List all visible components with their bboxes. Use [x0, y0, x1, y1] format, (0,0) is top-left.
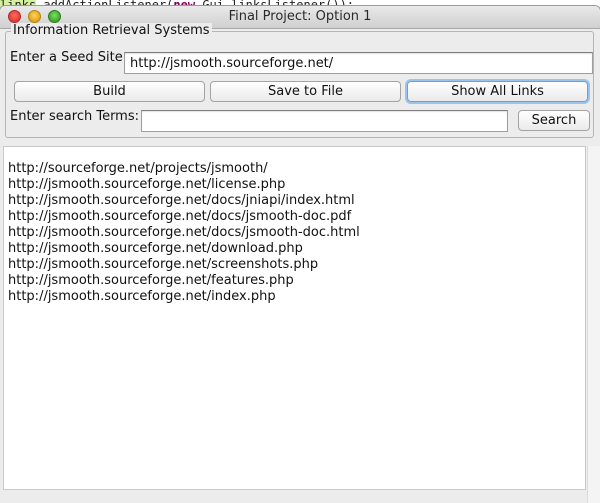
seed-site-label: Enter a Seed Site: — [10, 50, 128, 65]
build-button[interactable]: Build — [14, 81, 205, 102]
link-list-item: http://jsmooth.sourceforge.net/screensho… — [8, 257, 319, 272]
seed-site-input[interactable] — [124, 52, 593, 74]
save-to-file-button[interactable]: Save to File — [210, 81, 401, 102]
show-all-links-button[interactable]: Show All Links — [407, 81, 588, 102]
app-window: Final Project: Option 1 Information Retr… — [0, 6, 600, 503]
link-list-item: http://jsmooth.sourceforge.net/features.… — [8, 273, 294, 288]
link-list-item: http://jsmooth.sourceforge.net/index.php — [8, 289, 276, 304]
search-terms-input[interactable] — [141, 110, 508, 132]
search-button[interactable]: Search — [518, 110, 590, 131]
ir-systems-panel: Information Retrieval Systems Enter a Se… — [5, 23, 594, 138]
link-list-item: http://jsmooth.sourceforge.net/license.p… — [8, 177, 286, 192]
link-list-item: http://jsmooth.sourceforge.net/docs/jsmo… — [8, 209, 352, 224]
panel-legend: Information Retrieval Systems — [11, 23, 212, 38]
links-results-area[interactable]: http://sourceforge.net/projects/jsmooth/… — [3, 146, 586, 490]
link-list-item: http://jsmooth.sourceforge.net/download.… — [8, 241, 303, 256]
link-list-item: http://jsmooth.sourceforge.net/docs/jnia… — [8, 193, 355, 208]
links-list: http://sourceforge.net/projects/jsmooth/… — [8, 161, 585, 305]
search-terms-label: Enter search Terms: — [10, 109, 140, 124]
window-title: Final Project: Option 1 — [228, 9, 372, 24]
vertical-scrollbar[interactable] — [587, 146, 600, 503]
link-list-item: http://sourceforge.net/projects/jsmooth/ — [8, 161, 268, 176]
link-list-item: http://jsmooth.sourceforge.net/docs/jsmo… — [8, 225, 360, 240]
